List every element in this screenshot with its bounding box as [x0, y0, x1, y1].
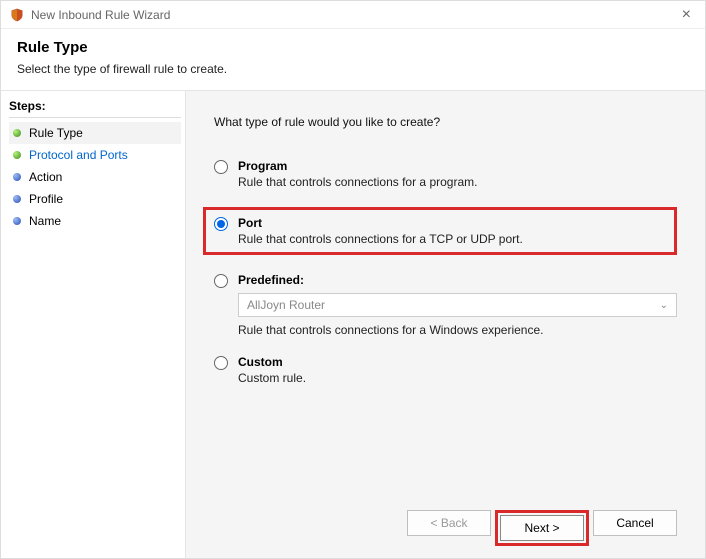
option-port[interactable]: Port Rule that controls connections for …	[214, 216, 666, 246]
step-bullet-icon	[13, 217, 21, 225]
option-port-desc: Rule that controls connections for a TCP…	[238, 232, 523, 246]
step-action[interactable]: Action	[9, 166, 181, 188]
step-name[interactable]: Name	[9, 210, 181, 232]
radio-predefined[interactable]	[214, 274, 228, 288]
radio-port[interactable]	[214, 217, 228, 231]
step-label: Name	[29, 214, 61, 228]
page-title: Rule Type	[17, 39, 689, 56]
firewall-shield-icon	[9, 7, 25, 23]
option-custom-title: Custom	[238, 355, 306, 369]
step-rule-type[interactable]: Rule Type	[9, 122, 181, 144]
option-custom[interactable]: Custom Custom rule.	[214, 355, 677, 385]
steps-heading: Steps:	[9, 99, 181, 118]
wizard-header: Rule Type Select the type of firewall ru…	[1, 29, 705, 91]
option-predefined-desc: Rule that controls connections for a Win…	[238, 323, 677, 337]
cancel-button[interactable]: Cancel	[593, 510, 677, 536]
step-bullet-icon	[13, 129, 21, 137]
titlebar: New Inbound Rule Wizard ×	[1, 1, 705, 29]
wizard-body: Steps: Rule Type Protocol and Ports Acti…	[1, 91, 705, 558]
next-button[interactable]: Next >	[500, 515, 584, 541]
step-bullet-icon	[13, 195, 21, 203]
option-predefined[interactable]: Predefined: AllJoyn Router ⌄ Rule that c…	[214, 273, 677, 337]
option-predefined-title: Predefined:	[238, 273, 677, 287]
step-label: Action	[29, 170, 62, 184]
wizard-footer: < Back Next > Cancel	[214, 498, 677, 546]
page-subtitle: Select the type of firewall rule to crea…	[17, 62, 689, 76]
predefined-select-value: AllJoyn Router	[247, 298, 325, 312]
radio-program[interactable]	[214, 160, 228, 174]
close-icon[interactable]: ×	[676, 6, 697, 24]
step-bullet-icon	[13, 173, 21, 181]
step-bullet-icon	[13, 151, 21, 159]
step-protocol-ports[interactable]: Protocol and Ports	[9, 144, 181, 166]
option-program[interactable]: Program Rule that controls connections f…	[214, 159, 677, 189]
main-panel: What type of rule would you like to crea…	[186, 91, 705, 558]
option-port-title: Port	[238, 216, 523, 230]
step-label: Protocol and Ports	[29, 148, 128, 162]
step-label: Profile	[29, 192, 63, 206]
option-program-desc: Rule that controls connections for a pro…	[238, 175, 477, 189]
rule-type-options: Program Rule that controls connections f…	[214, 159, 677, 385]
option-predefined-block: Predefined: AllJoyn Router ⌄ Rule that c…	[214, 273, 677, 337]
chevron-down-icon: ⌄	[660, 300, 668, 311]
option-custom-desc: Custom rule.	[238, 371, 306, 385]
window-title: New Inbound Rule Wizard	[31, 8, 170, 22]
option-program-title: Program	[238, 159, 477, 173]
steps-sidebar: Steps: Rule Type Protocol and Ports Acti…	[1, 91, 186, 558]
option-port-highlight: Port Rule that controls connections for …	[203, 207, 677, 255]
predefined-select[interactable]: AllJoyn Router ⌄	[238, 293, 677, 317]
radio-custom[interactable]	[214, 356, 228, 370]
rule-type-question: What type of rule would you like to crea…	[214, 115, 677, 129]
back-button[interactable]: < Back	[407, 510, 491, 536]
step-label: Rule Type	[29, 126, 83, 140]
step-profile[interactable]: Profile	[9, 188, 181, 210]
next-button-highlight: Next >	[495, 510, 589, 546]
